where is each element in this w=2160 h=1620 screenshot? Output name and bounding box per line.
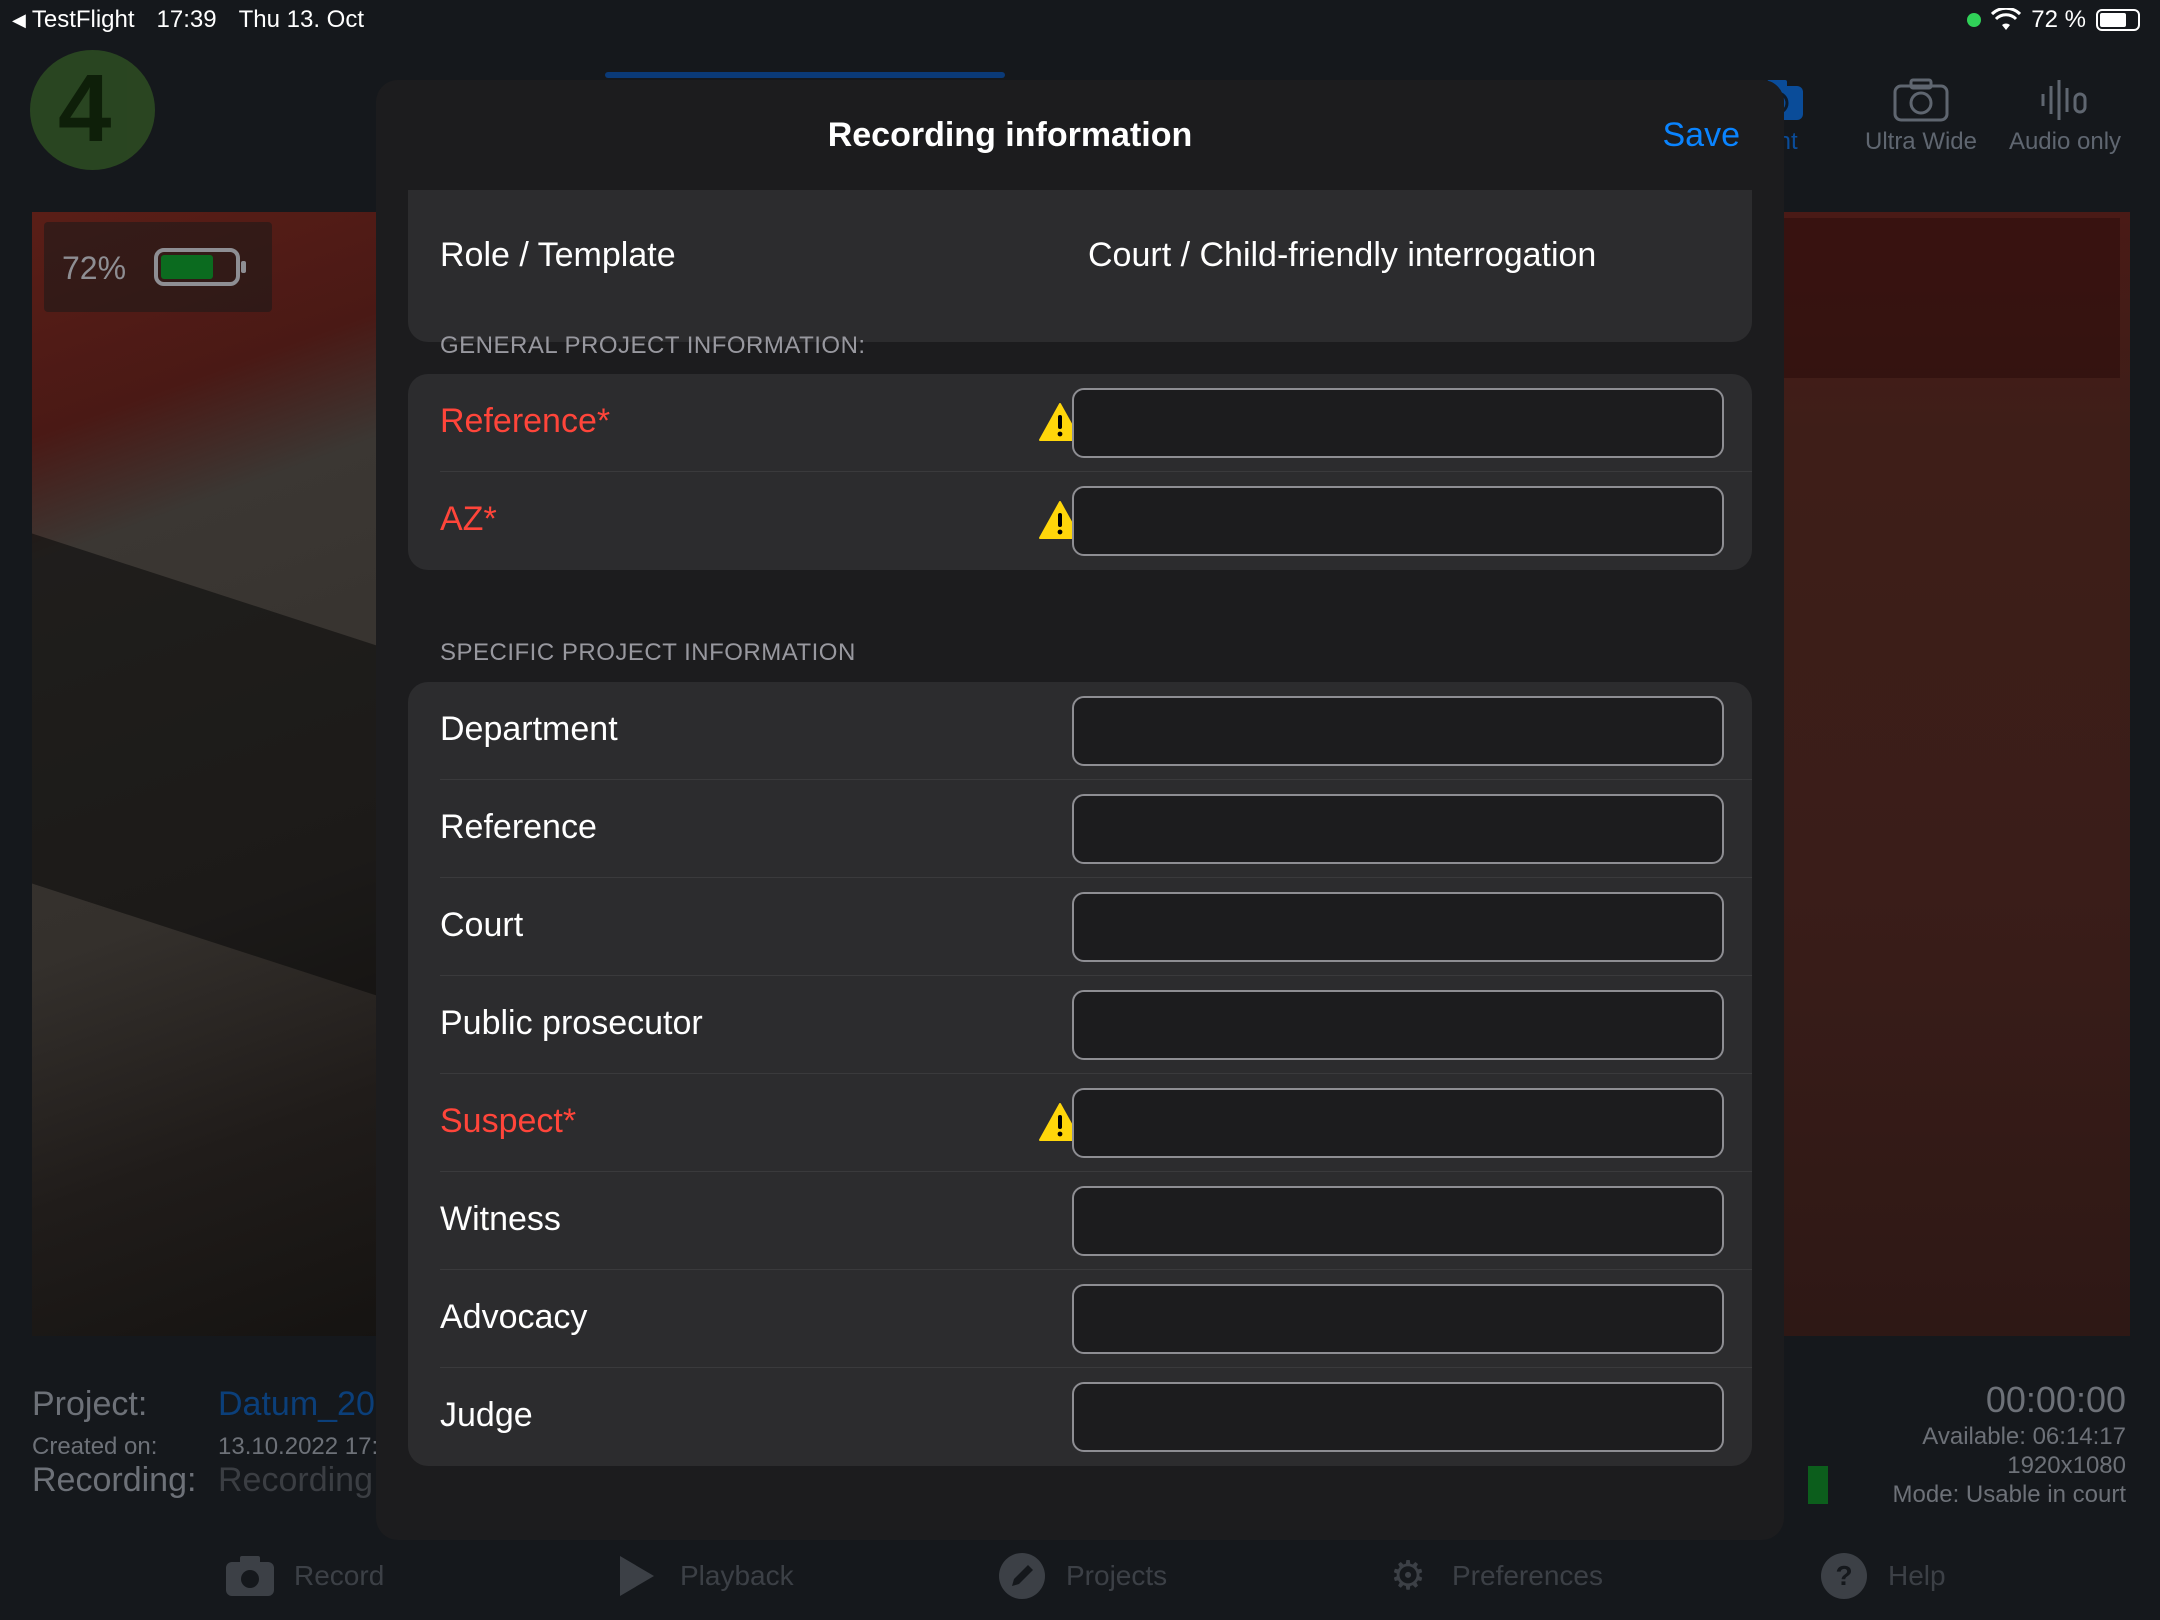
advocacy-input[interactable]: [1072, 1284, 1724, 1354]
created-on-value: 13.10.2022 17:: [218, 1433, 379, 1460]
segment-strip: [605, 72, 1005, 78]
battery-icon: [154, 248, 246, 286]
field-row-department: Department: [408, 682, 1752, 780]
camera-mode-label: Audio only: [2008, 128, 2122, 155]
status-left: ◀ TestFlight 17:39 Thu 13. Oct: [12, 6, 364, 34]
field-label: Reference*: [440, 402, 611, 440]
general-section-header: GENERAL PROJECT INFORMATION:: [440, 332, 866, 359]
field-row-advocacy: Advocacy: [408, 1270, 1752, 1368]
field-label: Reference: [440, 808, 597, 846]
battery-icon: [2096, 9, 2140, 31]
app-root: ◀ TestFlight 17:39 Thu 13. Oct 72 % 4 ro…: [0, 0, 2160, 1620]
court-input[interactable]: [1072, 892, 1724, 962]
role-template-row[interactable]: Role / Template Court / Child-friendly i…: [408, 230, 1752, 282]
field-row-court: Court: [408, 878, 1752, 976]
field-row-public-prosecutor: Public prosecutor: [408, 976, 1752, 1074]
reference-required-input[interactable]: [1072, 388, 1724, 458]
tab-help[interactable]: ? Help: [1818, 1550, 1946, 1602]
resolution: 1920x1080: [2007, 1452, 2126, 1479]
gear-icon: ⚙: [1390, 1554, 1426, 1598]
available-time: Available: 06:14:17: [1922, 1423, 2126, 1450]
recording-value: Recording: [218, 1461, 373, 1499]
tab-projects[interactable]: Projects: [996, 1550, 1167, 1602]
tab-label: Playback: [680, 1560, 794, 1591]
reference-input[interactable]: [1072, 794, 1724, 864]
recording-mode: Mode: Usable in court: [1892, 1481, 2126, 1508]
field-label: Suspect*: [440, 1102, 577, 1140]
role-template-value: Court / Child-friendly interrogation: [1088, 236, 1597, 274]
az-required-input[interactable]: [1072, 486, 1724, 556]
status-time: 17:39: [156, 6, 217, 33]
camera-preview-right: [1770, 212, 2130, 1336]
back-to-app-link[interactable]: ◀ TestFlight: [12, 6, 135, 34]
back-triangle-icon: ◀: [12, 9, 26, 30]
status-right: 72 %: [1967, 6, 2140, 34]
specific-fields-group: Department Reference Court Public prosec…: [408, 682, 1752, 1466]
created-on-label: Created on:: [32, 1433, 158, 1460]
device-battery-badge: 72%: [44, 222, 272, 312]
camera-rotate-icon: [1893, 78, 1949, 122]
camera-in-use-indicator-icon: [1967, 13, 1982, 27]
field-label: Judge: [440, 1396, 533, 1434]
tab-label: Projects: [1066, 1560, 1168, 1591]
pencil-icon: [996, 1550, 1048, 1602]
recording-status-panel: 00:00:00 Available: 06:14:17 1920x1080 M…: [1893, 1378, 2126, 1509]
public-prosecutor-input[interactable]: [1072, 990, 1724, 1060]
battery-badge-percent: 72%: [62, 250, 127, 286]
audio-level-meter: [1808, 1466, 1828, 1504]
field-label: Witness: [440, 1200, 561, 1238]
status-date: Thu 13. Oct: [238, 6, 364, 33]
save-button[interactable]: Save: [1663, 116, 1741, 155]
battery-percentage: 72 %: [2031, 6, 2086, 33]
tab-playback[interactable]: Playback: [610, 1550, 794, 1602]
general-fields-group: Reference* AZ*: [408, 374, 1752, 570]
tab-label: Preferences: [1452, 1560, 1603, 1591]
recording-label: Recording:: [32, 1461, 197, 1499]
field-row-witness: Witness: [408, 1172, 1752, 1270]
field-row-reference: Reference: [408, 780, 1752, 878]
camera-mode-audio-button[interactable]: Audio only: [2000, 66, 2130, 156]
tab-label: Help: [1888, 1560, 1946, 1591]
field-row-suspect-required: Suspect*: [408, 1074, 1752, 1172]
role-template-group: Role / Template Court / Child-friendly i…: [408, 190, 1752, 342]
suspect-required-input[interactable]: [1072, 1088, 1724, 1158]
field-row-az-required: AZ*: [408, 472, 1752, 570]
bottom-tab-bar: Record Playback Projects ⚙ Preferences ?…: [0, 1540, 2160, 1608]
field-label: Advocacy: [440, 1298, 588, 1336]
microphone-waveform-icon: [2041, 80, 2087, 120]
svg-text:?: ?: [1835, 1560, 1852, 1591]
judge-input[interactable]: [1072, 1382, 1724, 1452]
recording-timer: 00:00:00: [1985, 1379, 2126, 1420]
specific-section-header: SPECIFIC PROJECT INFORMATION: [440, 639, 856, 666]
back-app-label: TestFlight: [31, 6, 135, 33]
modal-title: Recording information: [827, 116, 1193, 154]
field-label: Public prosecutor: [440, 1004, 703, 1042]
question-icon: ?: [1818, 1550, 1870, 1602]
camera-preview-left: [32, 212, 392, 1336]
camera-mode-label: Ultra Wide: [1864, 128, 1978, 155]
field-row-reference-required: Reference*: [408, 374, 1752, 472]
project-label: Project:: [32, 1385, 148, 1423]
field-label: Court: [440, 906, 524, 944]
witness-input[interactable]: [1072, 1186, 1724, 1256]
play-icon: [610, 1550, 662, 1602]
field-label: Department: [440, 710, 618, 748]
wifi-icon: [1991, 8, 2022, 30]
field-row-judge: Judge: [408, 1368, 1752, 1466]
app-logo: 4: [30, 50, 155, 170]
camera-icon: [224, 1550, 276, 1602]
camera-mode-ultrawide-button[interactable]: Ultra Wide: [1856, 66, 1986, 156]
project-value-link[interactable]: Datum_20: [218, 1385, 375, 1424]
field-label: AZ*: [440, 500, 497, 538]
tab-record[interactable]: Record: [224, 1550, 384, 1602]
recording-information-modal: Recording information Save Role / Templa…: [376, 80, 1784, 1540]
modal-header: Recording information Save: [376, 80, 1784, 190]
tab-label: Record: [294, 1560, 385, 1591]
project-info-panel: Project: Datum_20 Created on: 13.10.2022…: [32, 1385, 392, 1505]
status-bar: ◀ TestFlight 17:39 Thu 13. Oct 72 %: [0, 0, 2160, 40]
role-template-label: Role / Template: [440, 236, 676, 274]
department-input[interactable]: [1072, 696, 1724, 766]
tab-preferences[interactable]: ⚙ Preferences: [1382, 1550, 1603, 1602]
